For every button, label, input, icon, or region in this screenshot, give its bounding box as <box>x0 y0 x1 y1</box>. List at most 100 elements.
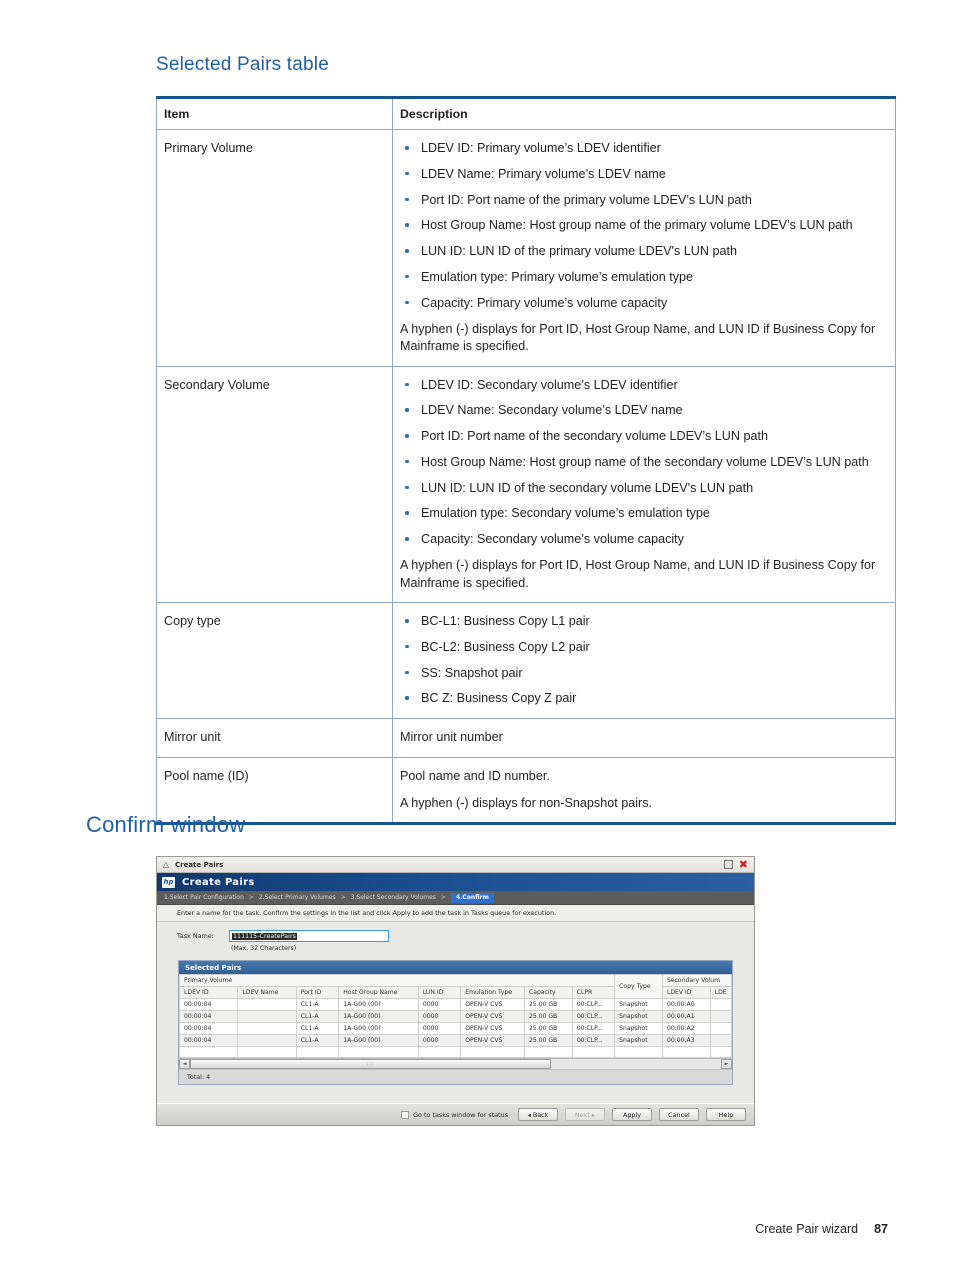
list-item: BC-L1: Business Copy L1 pair <box>400 612 888 630</box>
selected-pairs-panel: Selected Pairs Primary Volume Copy Type … <box>178 960 733 1085</box>
scroll-right-arrow-icon[interactable]: ► <box>721 1059 732 1069</box>
column-header-capacity[interactable]: Capacity <box>523 986 573 999</box>
maximize-icon[interactable] <box>723 860 733 869</box>
task-name-input[interactable]: 111115-CreatePairs <box>229 930 389 942</box>
wizard-step-1[interactable]: 1.Select Pair Configuration <box>164 894 244 901</box>
table-header-row: Item Description <box>156 97 896 130</box>
list-item: Capacity: Secondary volume’s volume capa… <box>400 530 888 548</box>
table-row[interactable]: 00:00:04 CL1-A 1A-G00 (00) 0000 OPEN-V C… <box>178 998 733 1011</box>
column-header-copy-type[interactable]: Copy Type <box>614 974 663 999</box>
cell-secondary-ldev-id: 00:00:A1 <box>661 1010 711 1023</box>
cell-item: Mirror unit <box>156 717 393 758</box>
cell-description: LDEV ID: Secondary volume’s LDEV identif… <box>392 365 896 603</box>
column-header-host-group-name[interactable]: Host Group Name <box>338 986 419 999</box>
cell-ldev-name <box>237 998 297 1011</box>
scroll-left-arrow-icon[interactable]: ◄ <box>179 1059 190 1069</box>
selected-pairs-reference-table: Item Description Primary Volume LDEV ID:… <box>156 96 896 826</box>
cell-clpr: 00:CLP... <box>571 1010 616 1023</box>
cell-lun-id: 0000 <box>417 1010 462 1023</box>
table-row[interactable]: 00:00:04 CL1-A 1A-G00 (00) 0000 OPEN-V C… <box>178 1034 733 1047</box>
wizard-step-2[interactable]: 2.Select Primary Volumes <box>259 894 336 901</box>
cell-ldev-id: 00:00:04 <box>178 998 239 1011</box>
paragraph: Pool name and ID number. <box>400 768 550 783</box>
page-footer: Create Pair wizard 87 <box>755 1222 888 1236</box>
dialog-title: Create Pairs <box>175 860 224 869</box>
column-header-ldev-id[interactable]: LDEV ID <box>178 986 239 999</box>
cell-secondary-ldev-name <box>709 1010 733 1023</box>
collapse-chevron-icon[interactable]: △ <box>161 860 171 870</box>
column-header-ldev-name[interactable]: LDEV Name <box>237 986 297 999</box>
table-row: Primary Volume LDEV ID: Primary volume’s… <box>156 129 896 367</box>
cell-copy-type: Snapshot <box>614 1010 663 1023</box>
wizard-step-4-confirm[interactable]: 4.Confirm <box>450 892 494 903</box>
list-item: BC-L2: Business Copy L2 pair <box>400 638 888 656</box>
back-button[interactable]: ◂ Back <box>518 1108 558 1121</box>
cell-port-id: CL1-A <box>295 1022 340 1035</box>
cell-emulation-type: OPEN-V CVS <box>460 998 525 1011</box>
table-row: Copy type BC-L1: Business Copy L1 pair B… <box>156 602 896 719</box>
selected-pairs-grid: Primary Volume Copy Type Secondary Volum… <box>178 974 733 1058</box>
cell-port-id: CL1-A <box>295 998 340 1011</box>
scrollbar-track[interactable]: ::: <box>190 1059 721 1069</box>
cell-capacity: 25.00 GB <box>523 1034 573 1047</box>
app-header: hp Create Pairs <box>157 873 754 891</box>
cell-port-id: CL1-A <box>295 1034 340 1047</box>
paragraph: A hyphen (-) displays for non-Snapshot p… <box>400 795 653 810</box>
table-row[interactable]: 00:00:04 CL1-A 1A-G00 (00) 0000 OPEN-V C… <box>178 1010 733 1023</box>
cell-emulation-type: OPEN-V CVS <box>460 1022 525 1035</box>
task-name-label: Task Name: <box>177 932 214 940</box>
go-to-tasks-window-checkbox-wrap[interactable]: Go to tasks window for status <box>401 1110 508 1119</box>
note-text: A hyphen (-) displays for Port ID, Host … <box>400 558 876 590</box>
table-row: Secondary Volume LDEV ID: Secondary volu… <box>156 365 896 603</box>
cell-clpr: 00:CLP... <box>571 998 616 1011</box>
column-header-clpr[interactable]: CLPR <box>571 986 616 999</box>
column-header-secondary-ldev-name[interactable]: LDE <box>709 986 733 999</box>
table-row[interactable]: 00:00:04 CL1-A 1A-G00 (00) 0000 OPEN-V C… <box>178 1022 733 1035</box>
wizard-separator-icon: > <box>440 894 446 901</box>
cancel-button[interactable]: Cancel <box>659 1108 699 1121</box>
column-header-lun-id[interactable]: LUN ID <box>417 986 462 999</box>
scrollbar-thumb[interactable]: ::: <box>190 1059 552 1069</box>
list-item: Capacity: Primary volume’s volume capaci… <box>400 294 888 312</box>
list-item: Emulation type: Primary volume’s emulati… <box>400 268 888 286</box>
next-button: Next ▸ <box>565 1108 605 1121</box>
cell-copy-type: Snapshot <box>614 998 663 1011</box>
column-header-emulation-type[interactable]: Emulation Type <box>460 986 525 999</box>
wizard-separator-icon: > <box>248 894 254 901</box>
wizard-breadcrumb: 1.Select Pair Configuration > 2.Select P… <box>157 891 754 905</box>
cell-empty <box>295 1046 340 1058</box>
group-header-primary-volume: Primary Volume <box>178 974 616 987</box>
cell-item: Primary Volume <box>156 129 393 367</box>
column-header-secondary-ldev-id[interactable]: LDEV ID <box>661 986 711 999</box>
close-icon[interactable]: ✖ <box>739 859 748 870</box>
cell-item: Copy type <box>156 602 393 719</box>
bullet-list: LDEV ID: Primary volume’s LDEV identifie… <box>400 139 888 312</box>
cell-ldev-id: 00:00:04 <box>178 1034 239 1047</box>
cell-capacity: 25.00 GB <box>523 998 573 1011</box>
list-item: LUN ID: LUN ID of the primary volume LDE… <box>400 242 888 260</box>
apply-button[interactable]: Apply <box>612 1108 652 1121</box>
cell-host-group-name: 1A-G00 (00) <box>338 1034 419 1047</box>
list-item: BC Z: Business Copy Z pair <box>400 689 888 707</box>
list-item: Host Group Name: Host group name of the … <box>400 453 888 471</box>
cell-ldev-id: 00:00:04 <box>178 1010 239 1023</box>
scrollbar-grip-icon: ::: <box>366 1061 375 1067</box>
wizard-step-3[interactable]: 3.Select Secondary Volumes <box>351 894 436 901</box>
go-to-tasks-window-checkbox[interactable] <box>401 1110 410 1119</box>
help-button[interactable]: Help <box>706 1108 746 1121</box>
window-controls: ✖ <box>723 859 750 870</box>
cell-empty <box>523 1046 573 1058</box>
paragraph: Mirror unit number <box>400 729 503 744</box>
hp-logo-text: hp <box>163 878 174 886</box>
list-item: Host Group Name: Host group name of the … <box>400 216 888 234</box>
wizard-separator-icon: > <box>340 894 346 901</box>
table-row: Pool name (ID) Pool name and ID number. … <box>156 756 896 826</box>
table-row: Mirror unit Mirror unit number <box>156 717 896 758</box>
horizontal-scrollbar[interactable]: ◄ ::: ► <box>179 1058 732 1069</box>
task-name-hint: (Max. 32 Characters) <box>231 945 297 952</box>
total-count-label: Total: 4 <box>179 1069 732 1084</box>
cell-empty <box>338 1046 419 1058</box>
column-header-port-id[interactable]: Port ID <box>295 986 340 999</box>
dialog-footer: Go to tasks window for status ◂ Back Nex… <box>157 1103 754 1125</box>
cell-ldev-name <box>237 1034 297 1047</box>
